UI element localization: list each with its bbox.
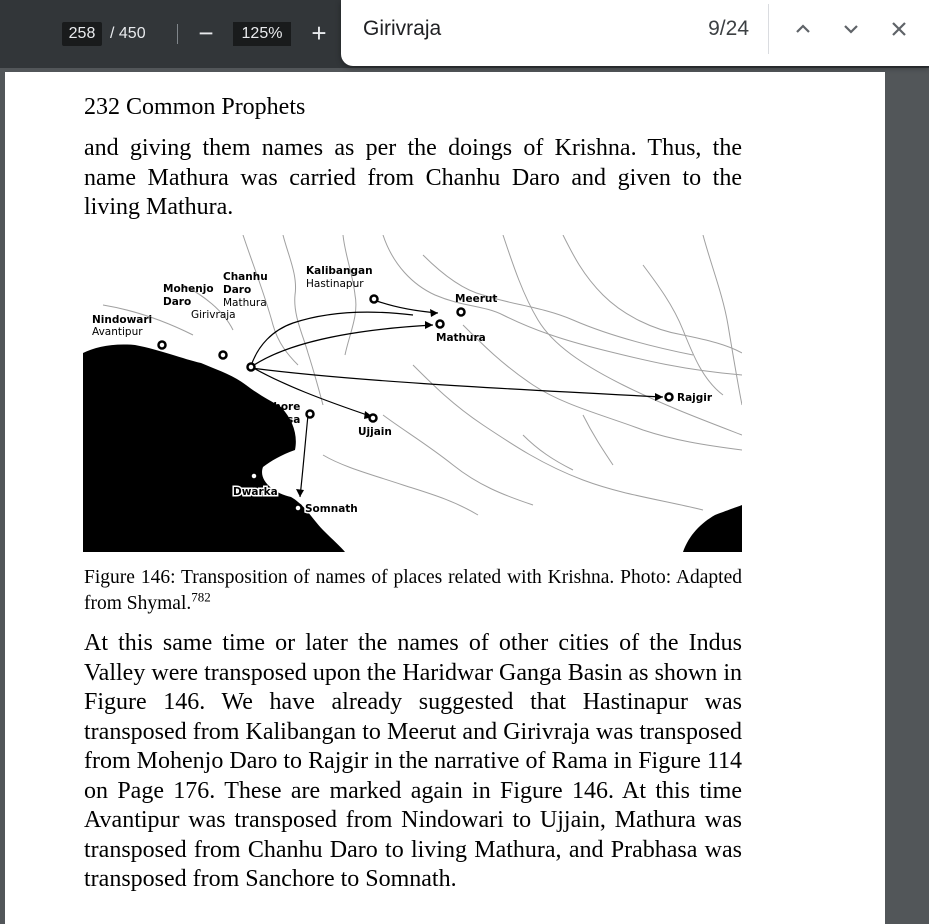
paragraph: At this same time or later the names of … [84,630,742,892]
zoom-in-button[interactable]: + [304,20,334,48]
find-input[interactable] [363,14,663,44]
label-dwarka: Dwarka [233,486,278,498]
zoom-level-input[interactable]: 125% [233,22,291,46]
label-mathura: Mathura [436,332,486,344]
label-mohenjo: Mohenjo [163,283,214,295]
label-nindowari: Nindowari [92,314,152,326]
marker-kalibangan [369,294,379,304]
label-kalibangan: Kalibangan [306,265,373,277]
marker-sanchore [305,409,315,419]
marker-rajgir [664,392,674,402]
marker-mohenjo-daro [218,350,228,360]
label-somnath: Somnath [305,503,358,515]
chevron-down-icon [844,25,858,34]
marker-nindowari [157,340,167,350]
find-match-count: 9/24 [708,17,749,40]
arrow-mohenjo-meerut-loop [250,311,414,367]
zoom-out-button[interactable]: − [192,20,220,48]
label-meerut: Meerut [455,293,497,305]
label-chanhu: Chanhu [223,271,268,283]
pdf-page: 232 Common Prophets and giving them name… [5,72,885,924]
chevron-up-icon [796,24,810,33]
arrow-kalibangan-meerut [373,299,439,314]
label-chanhu-mathura: Mathura [223,297,267,309]
map-figure: Kalibangan Hastinapur Chanhu Daro Mathur… [83,235,742,552]
label-avantipur: Avantipur [92,326,143,338]
arrow-chanhu-mathura [250,324,434,368]
marker-chanhu-daro [246,362,256,372]
caption-footnote-ref[interactable]: 782 [191,590,211,605]
label-girivraja: Girivraja [191,309,236,321]
arrow-sanchore-somnath [299,414,309,498]
find-close-button[interactable] [883,14,915,44]
label-prabhasa: Prabhasa [245,414,300,426]
find-bar: 9/24 [341,0,929,66]
paragraph: and giving them names as per the doings … [84,135,742,220]
page-total: / 450 [110,25,146,42]
marker-mathura [435,319,445,329]
marker-meerut [456,307,466,317]
bay-shape [683,505,742,552]
marker-ujjain [368,413,378,423]
label-mohenjo-daro: Daro [163,296,191,308]
label-rajgir: Rajgir [677,392,713,404]
label-sanchore: Sanchore [245,401,300,413]
label-ujjain: Ujjain [358,426,392,438]
find-divider [768,4,769,54]
marker-somnath [293,503,303,513]
close-icon [892,22,906,36]
running-header: 232 Common Prophets [84,94,306,120]
find-next-button[interactable] [835,14,867,44]
arabian-sea-shape [83,344,345,552]
toolbar-divider [177,24,178,44]
label-hastinapur: Hastinapur [306,278,364,290]
caption-text: Figure 146: Transposition of names of pl… [84,567,742,614]
find-previous-button[interactable] [787,14,819,44]
marker-dwarka [249,471,259,481]
arrow-mohenjo-rajgir [250,367,664,398]
page-number-input[interactable]: 258 [62,22,102,46]
label-chanhu-daro: Daro [223,284,251,296]
figure-caption: Figure 146: Transposition of names of pl… [84,565,742,617]
